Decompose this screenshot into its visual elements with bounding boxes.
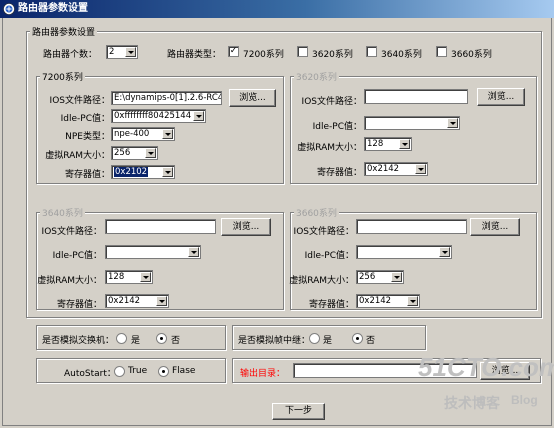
idle-pc-label-3640: Idle-PC值： [52, 251, 102, 261]
chevron-down-icon [399, 139, 410, 149]
browse-button-7200[interactable]: 浏览... [229, 89, 276, 107]
chevron-down-icon [156, 296, 167, 306]
checkbox-3660[interactable] [436, 46, 447, 57]
register-select-7200[interactable]: 0x2102 [111, 165, 175, 179]
chevron-down-icon [391, 272, 402, 282]
chevron-down-icon [193, 111, 204, 121]
next-button[interactable]: 下一步 [272, 403, 325, 420]
register-select-3660[interactable]: 0x2142 [356, 294, 420, 308]
switch-sim-yes-label: 是 [131, 336, 141, 346]
ios-path-label-7200: IOS文件路径： [49, 96, 110, 106]
panel-3640-title: 3640系列 [40, 206, 85, 219]
ios-path-label-3660: IOS文件路径： [293, 227, 354, 237]
ios-path-label-3620: IOS文件路径： [301, 97, 362, 107]
checkbox-3640[interactable] [366, 46, 377, 57]
autostart-true-radio[interactable] [114, 366, 125, 377]
register-select-3620[interactable]: 0x2142 [364, 162, 428, 176]
ram-size-select-3660[interactable]: 256 [356, 270, 404, 284]
autostart-false-radio[interactable] [158, 366, 169, 377]
router-count-select[interactable]: 2 [106, 45, 138, 59]
switch-sim-yes-radio[interactable] [116, 333, 127, 344]
output-dir-label: 输出目录： [240, 369, 286, 379]
router-settings-legend: 路由器参数设置 [30, 25, 98, 38]
idle-pc-label-7200: Idle-PC值： [60, 114, 110, 124]
register-label-3660: 寄存器值： [308, 300, 354, 310]
frame-relay-no-radio[interactable] [352, 333, 363, 344]
checkbox-3620-label: 3620系列 [312, 50, 353, 60]
browse-button-3660[interactable]: 浏览... [470, 218, 520, 236]
switch-sim-label: 是否模拟交换机： [42, 336, 115, 346]
register-label-7200: 寄存器值： [64, 170, 110, 180]
panel-3620-title: 3620系列 [294, 70, 339, 83]
ram-size-select-3620[interactable]: 128 [364, 137, 412, 151]
checkbox-7200-label: 7200系列 [243, 50, 284, 60]
chevron-down-icon [125, 47, 136, 57]
chevron-down-icon [162, 167, 173, 177]
idle-pc-select-3660[interactable] [356, 245, 452, 259]
idle-pc-label-3660: Idle-PC值： [304, 251, 354, 261]
ram-size-select-7200[interactable]: 256 [111, 146, 158, 160]
panel-3660-title: 3660系列 [294, 206, 339, 219]
ios-path-input-3660[interactable] [356, 219, 467, 234]
browse-button-3640[interactable]: 浏览... [221, 218, 271, 236]
window-title: 路由器参数设置 [18, 3, 88, 14]
ram-size-label-3620: 虚拟RAM大小： [297, 143, 362, 153]
idle-pc-select-3620[interactable] [364, 116, 460, 130]
register-select-3640[interactable]: 0x2142 [105, 294, 169, 308]
autostart-false-label: Flase [172, 366, 196, 376]
frame-relay-yes-radio[interactable] [309, 333, 320, 344]
ram-size-select-3640[interactable]: 128 [105, 270, 153, 284]
autostart-true-label: True [128, 366, 148, 376]
idle-pc-select-7200[interactable]: 0xffffffff80425144 [111, 109, 206, 123]
npe-type-label: NPE类型： [65, 132, 110, 142]
watermark-blog: Blog [511, 393, 538, 407]
ios-path-input-7200[interactable]: E:\dynamips-0[1].2.6-RC4-cygwir [111, 91, 222, 105]
checkbox-7200[interactable]: ✓ [228, 46, 239, 57]
frame-relay-yes-label: 是 [323, 336, 333, 346]
title-bar[interactable]: 路由器参数设置 [0, 0, 554, 18]
ios-path-input-3640[interactable] [105, 219, 216, 234]
app-icon [3, 3, 15, 15]
chevron-down-icon [439, 247, 450, 257]
watermark-site: 51CTO.com [418, 352, 554, 382]
chevron-down-icon [162, 129, 173, 139]
autostart-label: AutoStart： [64, 369, 116, 379]
checkbox-3640-label: 3640系列 [381, 50, 422, 60]
chevron-down-icon [140, 272, 151, 282]
ram-size-label-3640: 虚拟RAM大小： [37, 276, 102, 286]
panel-7200-title: 7200系列 [40, 70, 85, 83]
idle-pc-select-3640[interactable] [105, 245, 201, 259]
chevron-down-icon [188, 247, 199, 257]
chevron-down-icon [407, 296, 418, 306]
register-label-3620: 寄存器值： [316, 168, 362, 178]
ram-size-label-7200: 虚拟RAM大小： [45, 151, 110, 161]
browse-button-3620[interactable]: 浏览... [477, 88, 525, 106]
router-count-label: 路由器个数： [43, 50, 98, 60]
checkbox-3660-label: 3660系列 [451, 50, 492, 60]
ios-path-input-3620[interactable] [364, 89, 468, 104]
router-type-label: 路由器类型： [167, 50, 222, 60]
switch-sim-no-label: 否 [171, 336, 181, 346]
chevron-down-icon [145, 148, 156, 158]
checkbox-3620[interactable] [297, 46, 308, 57]
npe-type-select[interactable]: npe-400 [111, 127, 175, 141]
frame-relay-label: 是否模拟帧中继： [238, 336, 311, 346]
register-label-3640: 寄存器值： [56, 300, 102, 310]
ram-size-label-3660: 虚拟RAM大小： [289, 276, 354, 286]
watermark-tagline: 技术博客 [444, 395, 500, 411]
switch-sim-no-radio[interactable] [156, 333, 167, 344]
chevron-down-icon [447, 118, 458, 128]
idle-pc-label-3620: Idle-PC值： [312, 122, 362, 132]
ios-path-label-3640: IOS文件路径： [41, 227, 102, 237]
chevron-down-icon [415, 164, 426, 174]
frame-relay-no-label: 否 [366, 336, 376, 346]
